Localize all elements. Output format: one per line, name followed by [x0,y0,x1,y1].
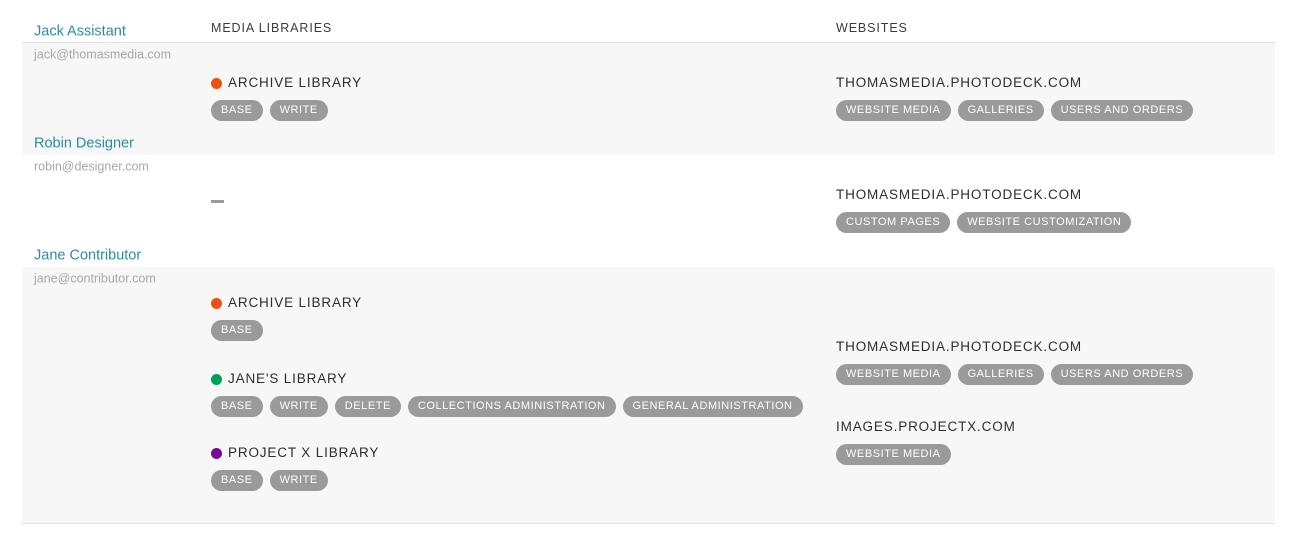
library-title: PROJECT X LIBRARY [211,445,836,461]
user-email: robin@designer.com [34,159,149,174]
library-name: ARCHIVE LIBRARY [228,75,363,90]
empty-dash-icon [211,200,224,204]
column-header-websites: WEBSITES [836,21,908,35]
permission-pill[interactable]: WEBSITE MEDIA [836,364,951,385]
library-group: ARCHIVE LIBRARY BASE WRITE [211,75,836,121]
permission-pill[interactable]: WEBSITE MEDIA [836,444,951,465]
permission-pill[interactable]: WEBSITE CUSTOMIZATION [957,212,1132,233]
table-row: Jane Contributor jane@contributor.com AR… [22,248,1275,523]
website-group: THOMASMEDIA.PHOTODECK.COM WEBSITE MEDIA … [836,75,1275,121]
library-color-dot [211,77,222,89]
permission-pill[interactable]: BASE [211,320,263,341]
permission-pill[interactable]: USERS AND ORDERS [1050,100,1194,121]
permission-pill[interactable]: WRITE [269,470,328,491]
library-group: JANE'S LIBRARY BASE WRITE DELETE COLLECT… [211,371,836,417]
permission-pill[interactable]: BASE [211,396,263,417]
permission-pill[interactable]: WEBSITE MEDIA [836,100,951,121]
websites-cell: THOMASMEDIA.PHOTODECK.COM WEBSITE MEDIA … [836,43,1275,155]
permission-pill[interactable]: DELETE [334,396,401,417]
user-email: jane@contributor.com [34,271,156,286]
websites-cell: THOMASMEDIA.PHOTODECK.COM CUSTOM PAGES W… [836,155,1275,267]
permission-pill[interactable]: CUSTOM PAGES [836,212,951,233]
permission-pill[interactable]: WRITE [269,100,328,121]
website-permission-pills: WEBSITE MEDIA [836,444,1275,465]
permission-pill[interactable]: BASE [211,100,263,121]
permission-pill[interactable]: GALLERIES [957,100,1044,121]
library-name: JANE'S LIBRARY [228,371,348,386]
media-libraries-cell: ARCHIVE LIBRARY BASE WRITE [211,43,836,155]
website-name: THOMASMEDIA.PHOTODECK.COM [836,187,1083,202]
library-permission-pills: BASE WRITE [211,100,836,121]
library-name: PROJECT X LIBRARY [228,445,380,460]
website-name: THOMASMEDIA.PHOTODECK.COM [836,339,1083,354]
permission-pill[interactable]: WRITE [269,396,328,417]
website-name: THOMASMEDIA.PHOTODECK.COM [836,75,1083,90]
library-title: JANE'S LIBRARY [211,371,836,387]
column-header-media-libraries: MEDIA LIBRARIES [211,21,333,35]
user-name-link[interactable]: Robin Designer [34,135,214,154]
media-libraries-cell: ARCHIVE LIBRARY BASE JANE'S LIBRARY BASE… [211,267,836,523]
websites-cell: THOMASMEDIA.PHOTODECK.COM WEBSITE MEDIA … [836,267,1275,497]
library-color-dot [211,373,222,385]
website-group: THOMASMEDIA.PHOTODECK.COM CUSTOM PAGES W… [836,187,1275,233]
library-permission-pills: BASE WRITE DELETE COLLECTIONS ADMINISTRA… [211,396,836,417]
permissions-table: Jack Assistant jack@thomasmedia.com ARCH… [22,24,1275,524]
website-group: THOMASMEDIA.PHOTODECK.COM WEBSITE MEDIA … [836,339,1275,385]
website-permission-pills: WEBSITE MEDIA GALLERIES USERS AND ORDERS [836,100,1275,121]
user-permissions-page: MEDIA LIBRARIES WEBSITES Jack Assistant … [0,0,1296,551]
library-color-dot [211,297,222,309]
library-permission-pills: BASE WRITE [211,470,836,491]
library-group: PROJECT X LIBRARY BASE WRITE [211,445,836,491]
permission-pill[interactable]: BASE [211,470,263,491]
library-title: ARCHIVE LIBRARY [211,295,836,311]
permission-pill[interactable]: GALLERIES [957,364,1044,385]
user-name-link[interactable]: Jane Contributor [34,247,214,266]
user-email: jack@thomasmedia.com [34,47,172,62]
user-name-link[interactable]: Jack Assistant [34,23,214,42]
permission-pill[interactable]: GENERAL ADMINISTRATION [622,396,803,417]
website-permission-pills: CUSTOM PAGES WEBSITE CUSTOMIZATION [836,212,1275,233]
library-group: ARCHIVE LIBRARY BASE [211,295,836,341]
library-color-dot [211,447,222,459]
website-permission-pills: WEBSITE MEDIA GALLERIES USERS AND ORDERS [836,364,1275,385]
permission-pill[interactable]: COLLECTIONS ADMINISTRATION [407,396,616,417]
media-libraries-cell [211,155,836,253]
website-name: IMAGES.PROJECTX.COM [836,419,1016,434]
permission-pill[interactable]: USERS AND ORDERS [1050,364,1194,385]
library-permission-pills: BASE [211,320,836,341]
library-title: ARCHIVE LIBRARY [211,75,836,91]
website-group: IMAGES.PROJECTX.COM WEBSITE MEDIA [836,419,1275,465]
library-name: ARCHIVE LIBRARY [228,295,363,310]
